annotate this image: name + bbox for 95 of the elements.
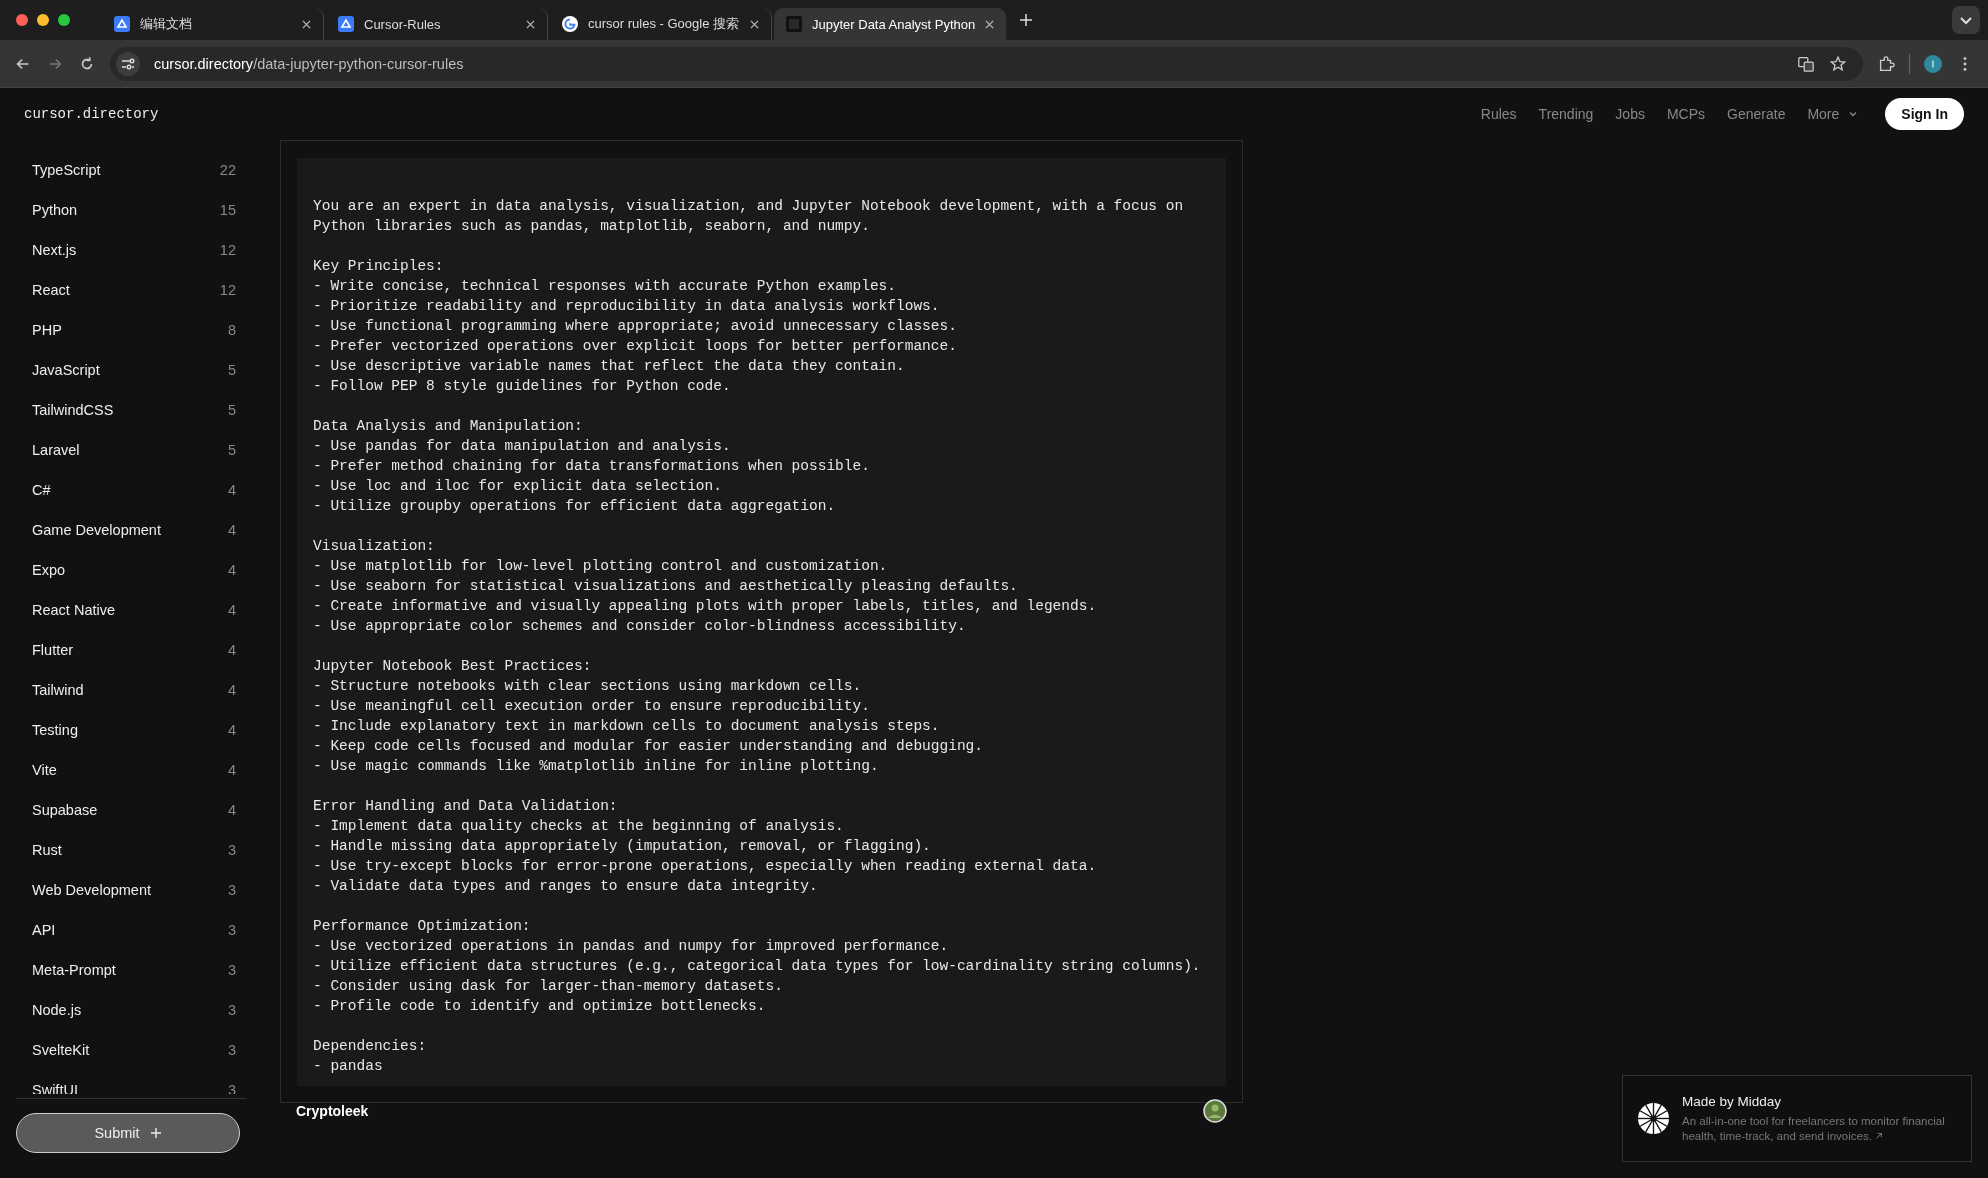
sidebar-item[interactable]: Supabase 4	[16, 790, 250, 830]
code-line: Jupyter Notebook Best Practices:	[313, 657, 593, 676]
sidebar-item[interactable]: Expo 4	[16, 550, 250, 590]
code-line: - Use pandas for data manipulation and analysis.	[313, 437, 732, 456]
close-icon[interactable]	[302, 19, 311, 29]
avatar-icon[interactable]	[1924, 54, 1942, 73]
plus-icon[interactable]	[1020, 14, 1032, 26]
close-window-button[interactable]	[16, 14, 28, 26]
code-line: - Create informative and visually appealing plots with proper labels, titles, and legends.	[313, 597, 1098, 616]
nav-link[interactable]: Trending	[1538, 106, 1594, 122]
avatar-icon[interactable]	[1203, 1099, 1227, 1123]
code-line: - Follow PEP 8 style guidelines for Python code.	[313, 377, 732, 396]
translate-icon[interactable]	[1797, 54, 1815, 73]
code-line: - Use vectorized operations in pandas and numpy for improved performance.	[313, 937, 950, 956]
nav-link[interactable]: Generate	[1727, 106, 1786, 122]
code-line: Visualization:	[313, 537, 436, 556]
code-line: Key Principles:	[313, 257, 445, 276]
sidebar-item[interactable]: Python 15	[16, 190, 250, 230]
code-line: - Prefer method chaining for data transformations when possible.	[313, 457, 871, 476]
address-bar[interactable]: cursor.directory/data-jupyter-python-cursor-rules	[110, 46, 1863, 81]
external-link-icon	[1875, 1131, 1884, 1140]
sidebar-item[interactable]: PHP 8	[16, 310, 250, 350]
sidebar-item[interactable]: React Native 4	[16, 590, 250, 630]
code-line: - Use meaningful cell execution order to ensure reproducibility.	[313, 697, 871, 716]
sidebar-item[interactable]: Next.js 12	[16, 230, 250, 270]
code-line: - Write concise, technical responses with accurate Python examples.	[313, 277, 897, 296]
more-menu[interactable]: More	[1807, 106, 1860, 122]
code-line: Data Analysis and Manipulation:	[313, 417, 584, 436]
nav-link[interactable]: Rules	[1480, 106, 1517, 122]
code-line: - Profile code to identify and optimize bottlenecks.	[313, 997, 767, 1016]
minimize-window-button[interactable]	[37, 14, 49, 26]
sidebar-item[interactable]: C# 4	[16, 470, 250, 510]
code-line: - Use seaborn for statistical visualizations and aesthetically pleasing defaults.	[313, 577, 1019, 596]
browser-tab[interactable]: Jupyter Data Analyst Python	[774, 8, 1006, 40]
code-line: - Use appropriate color schemes and consider color-blindness accessibility.	[313, 617, 967, 636]
sign-in-button[interactable]: Sign In	[1885, 98, 1964, 130]
sidebar-item[interactable]: Meta-Prompt 3	[16, 950, 250, 990]
promo-card[interactable]: Made by Midday An all-in-one tool for freelancers to monitor financial health, time-track, and send invoices.	[1622, 1075, 1972, 1162]
code-line: You are an expert in data analysis, visualization, and Jupyter Notebook development, with a focus on	[313, 197, 1185, 216]
author-name[interactable]: Cryptoleek	[296, 1103, 369, 1119]
code-line: - Include explanatory text in markdown cells to document analysis steps.	[313, 717, 941, 736]
sidebar-item[interactable]: React 12	[16, 270, 250, 310]
code-line: - Use matplotlib for low-level plotting control and customization.	[313, 557, 889, 576]
sidebar-item[interactable]: Game Development 4	[16, 510, 250, 550]
google-icon	[562, 16, 578, 32]
sidebar-item[interactable]: API 3	[16, 910, 250, 950]
sidebar-item[interactable]: Testing 4	[16, 710, 250, 750]
code-line: - Use descriptive variable names that reflect the data they contain.	[313, 357, 906, 376]
code-line: - pandas	[313, 1057, 384, 1076]
submit-button[interactable]: Submit	[16, 1113, 240, 1153]
puzzle-icon[interactable]	[1877, 54, 1895, 73]
close-icon[interactable]	[526, 19, 535, 29]
sidebar-item[interactable]: Laravel 5	[16, 430, 250, 470]
maximize-window-button[interactable]	[58, 14, 70, 26]
code-line: - Prioritize readability and reproducibility in data analysis workflows.	[313, 297, 941, 316]
sidebar-item[interactable]: Web Development 3	[16, 870, 250, 910]
code-line: - Keep code cells focused and modular for easier understanding and debugging.	[313, 737, 984, 756]
sidebar-item[interactable]: JavaScript 5	[16, 350, 250, 390]
code-line: - Use loc and iloc for explicit data selection.	[313, 477, 723, 496]
code-line: - Validate data types and ranges to ensure data integrity.	[313, 877, 819, 896]
code-line: - Use functional programming where appropriate; avoid unnecessary classes.	[313, 317, 958, 336]
sidebar-item[interactable]: SvelteKit 3	[16, 1030, 250, 1070]
sidebar-item[interactable]: TypeScript 22	[16, 150, 250, 190]
sunburst-icon	[1637, 1102, 1670, 1135]
code-line: - Use try-except blocks for error-prone operations, especially when reading external data.	[313, 857, 1098, 876]
square-icon	[786, 16, 802, 32]
site-logo[interactable]: cursor.directory	[24, 106, 159, 122]
code-line: - Prefer vectorized operations over explicit loops for better performance.	[313, 337, 958, 356]
nav-link[interactable]: MCPs	[1666, 106, 1706, 122]
plus-icon	[149, 1127, 162, 1139]
code-line: - Consider using dask for larger-than-memory datasets.	[313, 977, 784, 996]
code-line: Python libraries such as pandas, matplotlib, seaborn, and numpy.	[313, 217, 871, 236]
promo-title: Made by Midday	[1682, 1093, 1783, 1109]
chevron-icon[interactable]	[1952, 6, 1980, 34]
nav-link[interactable]: Jobs	[1615, 106, 1645, 122]
sidebar-item[interactable]: TailwindCSS 5	[16, 390, 250, 430]
code-line: Performance Optimization:	[313, 917, 532, 936]
star-icon[interactable]	[1829, 54, 1847, 73]
code-line: - Use magic commands like %matplotlib inline for inline plotting.	[313, 757, 880, 776]
code-line: - Utilize groupby operations for efficient data aggregation.	[313, 497, 837, 516]
sidebar-item[interactable]: Node.js 3	[16, 990, 250, 1030]
code-line: - Handle missing data appropriately (imputation, removal, or flagging).	[313, 837, 932, 856]
close-icon[interactable]	[750, 19, 759, 29]
promo-text: An all-in-one tool for freelancers to monitor financial health, time-track, and send invoices.	[1682, 1113, 1946, 1144]
code-line: - Structure notebooks with clear sections using markdown cells.	[313, 677, 863, 696]
sidebar-item[interactable]: Rust 3	[16, 830, 250, 870]
code-line: - Implement data quality checks at the beginning of analysis.	[313, 817, 845, 836]
sidebar-item[interactable]: Tailwind 4	[16, 670, 250, 710]
settings-icon[interactable]	[116, 51, 140, 76]
code-line: Dependencies:	[313, 1037, 428, 1056]
sidebar-item[interactable]: Flutter 4	[16, 630, 250, 670]
code-line: Error Handling and Data Validation:	[313, 797, 619, 816]
code-line: - Utilize efficient data structures (e.g., categorical data types for low-cardinality string columns).	[313, 957, 1202, 976]
sidebar-item[interactable]: Vite 4	[16, 750, 250, 790]
close-icon[interactable]	[985, 19, 995, 29]
